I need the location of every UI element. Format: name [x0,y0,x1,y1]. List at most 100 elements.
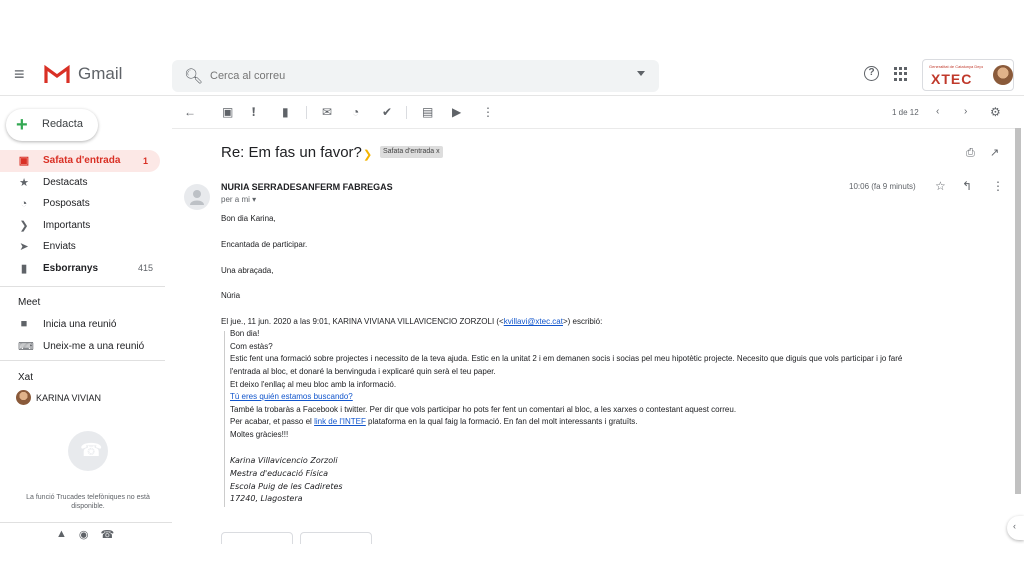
recipient-details[interactable]: per a mi ▾ [221,195,256,204]
account-switcher[interactable]: Generalitat de Catalunya Departament d'E… [922,59,1014,91]
sidebar-item-starred[interactable]: ★ Destacats [0,172,165,194]
message-toolbar: ← ▣ ❗︎ ▮ ✉ ◔ ✔ ▤ ▶ ⋮ 1 de 12 ‹ › ⚙ [174,98,1014,128]
scrollbar-thumb[interactable] [1015,128,1021,494]
quote-email-link[interactable]: kvillavi@xtec.cat [504,317,563,326]
label-icon[interactable]: ▶ [452,105,461,119]
body-line: Núria [221,291,241,300]
unread-count: 1 [142,155,148,166]
body-line: Encantada de participar. [221,240,308,249]
body-line: Una abraçada, [221,266,274,275]
meet-start-item[interactable]: ■ Inicia una reunió [18,318,117,330]
chat-bubble-icon[interactable]: ◉ [79,528,89,541]
gmail-window: ≡ Gmail 🔍︎ ? Generalitat de Catalunya De… [0,56,1024,544]
delete-icon[interactable]: ▮ [282,105,289,119]
help-icon[interactable]: ? [864,66,879,81]
print-icon[interactable]: ⎙ [966,147,975,160]
sidebar-item-label: Posposats [43,198,90,210]
forward-button[interactable] [300,532,372,544]
intef-link[interactable]: link de l'INTEF [314,417,366,426]
report-spam-icon[interactable]: ❗︎ [252,105,255,119]
snooze-icon[interactable]: ◔ [352,105,359,119]
reply-icon[interactable]: ↰ [962,179,972,193]
search-input[interactable] [210,60,590,92]
sidebar-item-inbox[interactable]: ▣ Safata d'entrada 1 [0,150,160,172]
important-icon: ❯ [19,219,29,232]
signature-line: Karina Villavicencio Zorzoli [230,456,338,465]
move-to-icon[interactable]: ▤ [422,105,433,119]
keyboard-icon: ⌨ [18,341,34,353]
sidebar-item-label: Destacats [43,176,88,188]
sidebar-divider-2 [0,360,165,361]
message-time: 10:06 (fa 9 minuts) [849,182,916,191]
next-page-icon[interactable]: › [964,105,967,119]
chat-user-avatar [16,390,31,405]
important-marker-icon[interactable]: ❯ [363,148,372,161]
clock-icon: ◔ [20,197,28,210]
compose-label: Redacta [42,118,83,130]
quote-line: Bon dia! [230,329,260,338]
search-options-icon[interactable] [637,71,645,76]
quote-line: Moltes gràcies!!! [230,430,289,439]
mark-unread-icon[interactable]: ✉ [322,105,332,119]
gmail-wordmark: Gmail [78,64,123,83]
quote-header-pre: El jue., 11 jun. 2020 a las 9:01, KARINA… [221,317,504,326]
quote-header-post: >) escribió: [562,317,603,326]
back-arrow-icon[interactable]: ← [184,105,196,119]
search-bar[interactable]: 🔍︎ [172,60,659,92]
meet-start-label: Inicia una reunió [43,318,117,330]
open-new-window-icon[interactable]: ↗ [990,146,999,159]
quote-header: El jue., 11 jun. 2020 a las 9:01, KARINA… [221,317,602,326]
message-more-icon[interactable]: ⋮ [992,179,1004,193]
prev-page-icon[interactable]: ‹ [936,105,939,119]
main-menu-icon[interactable]: ≡ [14,65,32,83]
pager-text: 1 de 12 [892,108,919,117]
quote-line: Et deixo l'enllaç al meu bloc amb la inf… [230,380,397,389]
quote-line: l'entrada al bloc, et donaré la benvingu… [230,367,496,376]
chat-user-name: KARINA VIVIAN [36,392,102,403]
phone-tab-icon[interactable]: ☎ [101,528,115,541]
archive-icon[interactable]: ▣ [222,105,233,119]
chat-title: Xat [18,372,34,383]
apps-grid-icon[interactable] [894,67,908,81]
toolbar-separator [406,106,407,119]
quote-line-pre: Per acabar, et passo el [230,417,315,426]
search-icon[interactable]: 🔍︎ [184,67,203,85]
inbox-label-chip[interactable]: Safata d'entrada x [380,146,443,158]
side-panel-expand-icon[interactable]: ‹ [1007,516,1024,540]
account-avatar[interactable] [993,65,1013,85]
sidebar-divider [0,286,165,287]
person-icon[interactable]: ▲ [56,528,67,541]
quote-line-post: plataforma en la qual faig la formació. … [365,417,638,426]
draft-icon: ▮ [20,262,28,275]
message-subject: Re: Em fas un favor? [221,144,362,161]
signature-line: Mestra d'educació Física [230,469,329,478]
sidebar-item-label: Enviats [43,241,76,253]
xtec-logo: Generalitat de Catalunya Departament d'E… [929,64,983,87]
star-icon: ★ [19,176,29,189]
sidebar-item-important[interactable]: ❯ Importants [0,215,165,237]
gmail-m-icon [44,64,70,83]
meet-join-item[interactable]: ⌨ Uneix-me a una reunió [18,340,144,353]
inbox-icon: ▣ [18,155,30,168]
compose-button[interactable]: + Redacta [6,109,98,141]
reply-button[interactable] [221,532,293,544]
sender-avatar[interactable] [184,184,210,210]
quote-line-intef: Per acabar, et passo el link de l'INTEF … [230,417,638,426]
more-vert-icon[interactable]: ⋮ [482,105,494,119]
sidebar-item-drafts[interactable]: ▮ Esborranys 415 [0,258,165,280]
draft-count: 415 [137,263,153,274]
quote-line: També la trobaràs a Facebook i twitter. … [230,405,737,414]
sidebar-item-sent[interactable]: ➤ Enviats [0,236,165,258]
add-task-icon[interactable]: ✔ [382,105,392,119]
settings-gear-icon[interactable]: ⚙ [990,105,1001,119]
blog-link[interactable]: Tú eres quién estamos buscando? [230,392,353,401]
signature-line: 17240, Llagostera [230,494,303,503]
chat-user-item[interactable]: KARINA VIVIAN [16,390,101,405]
sidebar-item-snoozed[interactable]: ◔ Posposats [0,193,165,215]
toolbar-divider [172,128,1015,129]
sidebar-item-label: Esborranys [43,262,99,274]
star-message-icon[interactable]: ☆ [935,179,946,193]
gmail-logo[interactable]: Gmail [44,64,122,84]
xtec-wordmark: XTEC [931,71,973,87]
sender-name: NURIA SERRADESANFERM FABREGAS [221,182,393,192]
